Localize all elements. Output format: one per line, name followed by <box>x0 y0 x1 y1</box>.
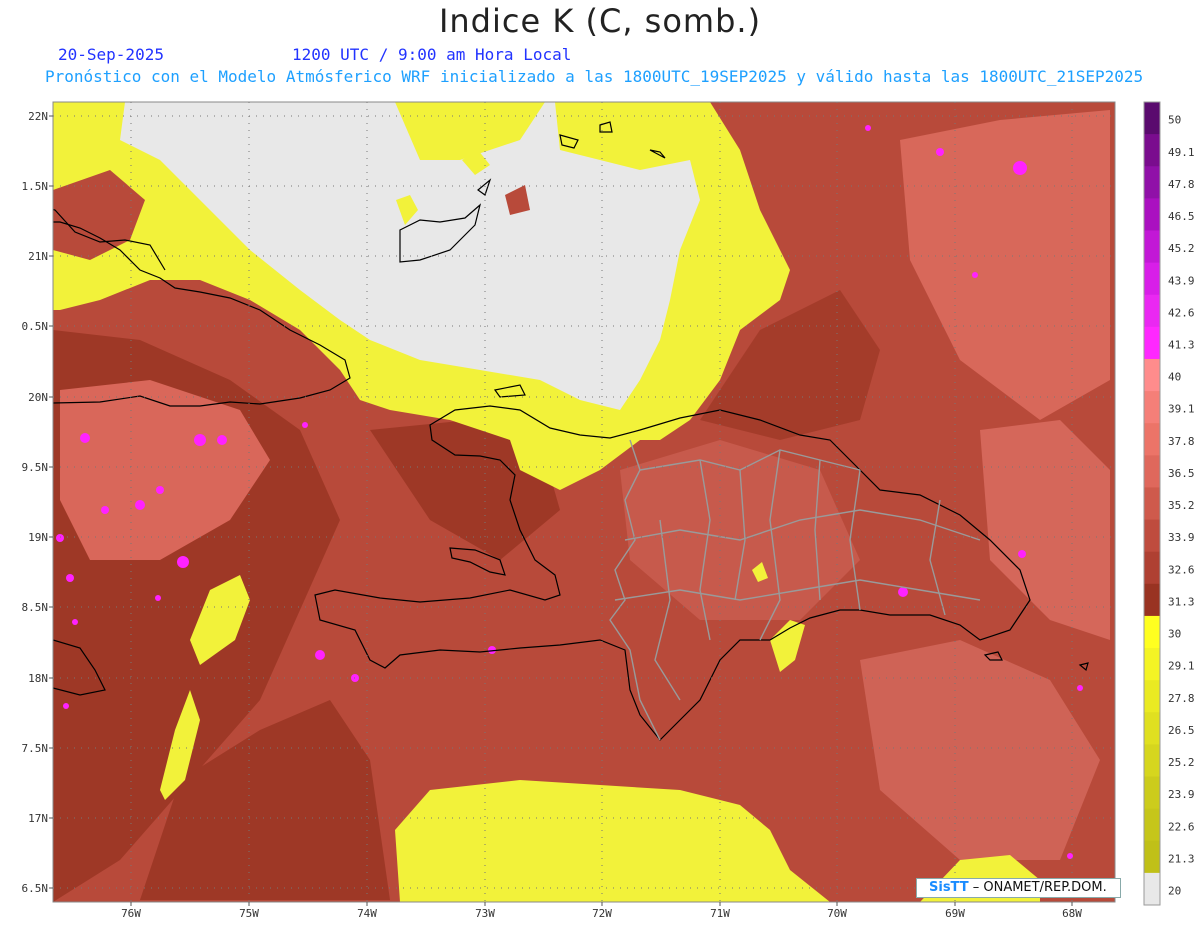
color-bar-label: 23.9 <box>1168 788 1195 801</box>
color-bar-swatch <box>1144 712 1160 745</box>
color-bar-label: 47.8 <box>1168 178 1195 191</box>
color-bar-swatch <box>1144 808 1160 842</box>
lat-label: 22N <box>28 110 48 123</box>
color-bar-label: 43.9 <box>1168 274 1195 287</box>
lat-label: 0.5N <box>22 320 49 333</box>
credit-text: – ONAMET/REP.DOM. <box>968 880 1107 895</box>
color-bar-label: 41.3 <box>1168 339 1195 352</box>
color-bar-swatch <box>1144 551 1160 585</box>
color-bar-label: 40 <box>1168 371 1181 384</box>
color-bar-swatch <box>1144 198 1160 231</box>
color-bar-label: 22.6 <box>1168 820 1195 833</box>
map-plot-area <box>53 102 1115 902</box>
lat-label: 6.5N <box>22 882 49 895</box>
color-bar-label: 46.5 <box>1168 210 1195 223</box>
lat-label: 7.5N <box>22 742 49 755</box>
color-bar-swatch <box>1144 423 1160 456</box>
latitude-labels: 22N 1.5N 21N 0.5N 20N 9.5N 19N 8.5N 18N 7.5N 17N 6.… <box>22 110 53 895</box>
lat-label: 19N <box>28 531 48 544</box>
color-bar-label: 20 <box>1168 885 1181 898</box>
color-bar-swatch <box>1144 326 1160 360</box>
color-bar-swatch <box>1144 262 1160 296</box>
color-bar-label: 45.2 <box>1168 242 1195 255</box>
color-bar-label: 37.8 <box>1168 435 1195 448</box>
lon-label: 76W <box>121 907 141 920</box>
color-bar-label: 25.2 <box>1168 756 1195 769</box>
lon-label: 75W <box>239 907 259 920</box>
color-bar-label: 33.9 <box>1168 531 1195 544</box>
lat-label: 17N <box>28 812 48 825</box>
lon-label: 73W <box>475 907 495 920</box>
color-bar-label: 32.6 <box>1168 563 1195 576</box>
lon-label: 68W <box>1062 907 1082 920</box>
color-bar-label: 31.3 <box>1168 595 1195 608</box>
color-bar-swatch <box>1144 230 1160 264</box>
lon-label: 69W <box>945 907 965 920</box>
lat-label: 20N <box>28 391 48 404</box>
color-bar-label: 29.1 <box>1168 660 1195 673</box>
lat-label: 8.5N <box>22 601 49 614</box>
color-bar-swatch <box>1144 615 1160 649</box>
color-bar-swatch <box>1144 648 1160 681</box>
color-bar-swatch <box>1144 519 1160 553</box>
color-bar-label: 27.8 <box>1168 692 1195 705</box>
lat-label: 1.5N <box>22 180 49 193</box>
lon-label: 74W <box>357 907 377 920</box>
lon-label: 71W <box>710 907 730 920</box>
lat-label: 18N <box>28 672 48 685</box>
color-bar-label: 50 <box>1168 114 1181 127</box>
color-bar-swatch <box>1144 840 1160 874</box>
color-bar-label: 30 <box>1168 628 1181 641</box>
color-bar-label: 39.1 <box>1168 403 1195 416</box>
color-bar-swatch <box>1144 680 1160 713</box>
color-bar-label: 49.1 <box>1168 146 1195 159</box>
color-bar-swatch <box>1144 872 1160 906</box>
lat-label: 21N <box>28 250 48 263</box>
color-bar-swatch <box>1144 487 1160 521</box>
color-bar-swatch <box>1144 166 1160 199</box>
color-bar-label: 42.6 <box>1168 306 1195 319</box>
color-bar: 50 49.1 47.8 46.5 45.2 43.9 42.6 41.3 40 39.1 37.8… <box>1143 101 1195 906</box>
lon-label: 70W <box>827 907 847 920</box>
color-bar-swatch <box>1144 102 1160 135</box>
color-bar-swatch <box>1144 358 1160 392</box>
color-bar-swatch <box>1144 391 1160 424</box>
color-bar-label: 35.2 <box>1168 499 1195 512</box>
color-bar-swatch <box>1144 776 1160 810</box>
color-bar-swatch <box>1144 134 1160 167</box>
color-bar-swatch <box>1144 455 1160 488</box>
k-index-map: 22N 1.5N 21N 0.5N 20N 9.5N 19N 8.5N 18N 7.5N 17N 6.… <box>22 101 1195 920</box>
color-bar-label: 26.5 <box>1168 724 1195 737</box>
color-bar-label: 36.5 <box>1168 467 1195 480</box>
lat-label: 9.5N <box>22 461 49 474</box>
credit-box: SisTT – ONAMET/REP.DOM. <box>916 878 1121 898</box>
color-bar-swatch <box>1144 583 1160 617</box>
lon-label: 72W <box>592 907 612 920</box>
color-bar-swatch <box>1144 744 1160 778</box>
color-bar-swatch <box>1144 294 1160 328</box>
sistt-logo: SisTT <box>929 880 969 895</box>
longitude-labels: 76W 75W 74W 73W 72W 71W 70W 69W 68W <box>121 902 1082 920</box>
color-bar-label: 21.3 <box>1168 852 1195 865</box>
